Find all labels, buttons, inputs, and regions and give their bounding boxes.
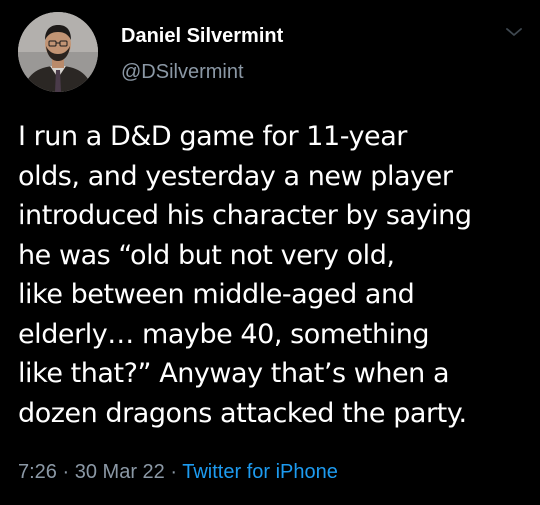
tweet-metadata: 7:26 · 30 Mar 22 · Twitter for iPhone	[18, 460, 338, 484]
tweet-source-link[interactable]: Twitter for iPhone	[182, 461, 338, 483]
meta-separator: ·	[62, 461, 70, 483]
meta-separator: ·	[170, 461, 178, 483]
tweet-time[interactable]: 7:26	[18, 461, 57, 483]
tweet-date[interactable]: 30 Mar 22	[75, 461, 165, 483]
avatar[interactable]	[18, 12, 98, 92]
author-header: Daniel Silvermint @DSilvermint	[121, 24, 283, 84]
author-handle[interactable]: @DSilvermint	[121, 60, 283, 84]
author-display-name[interactable]: Daniel Silvermint	[121, 24, 283, 48]
tweet-text: I run a D&D game for 11-year olds, and y…	[18, 121, 472, 429]
avatar-photo	[18, 12, 98, 92]
tweet-card: Daniel Silvermint @DSilvermint I run a D…	[0, 0, 540, 505]
more-menu-button[interactable]	[505, 26, 523, 38]
chevron-down-icon	[506, 28, 522, 36]
